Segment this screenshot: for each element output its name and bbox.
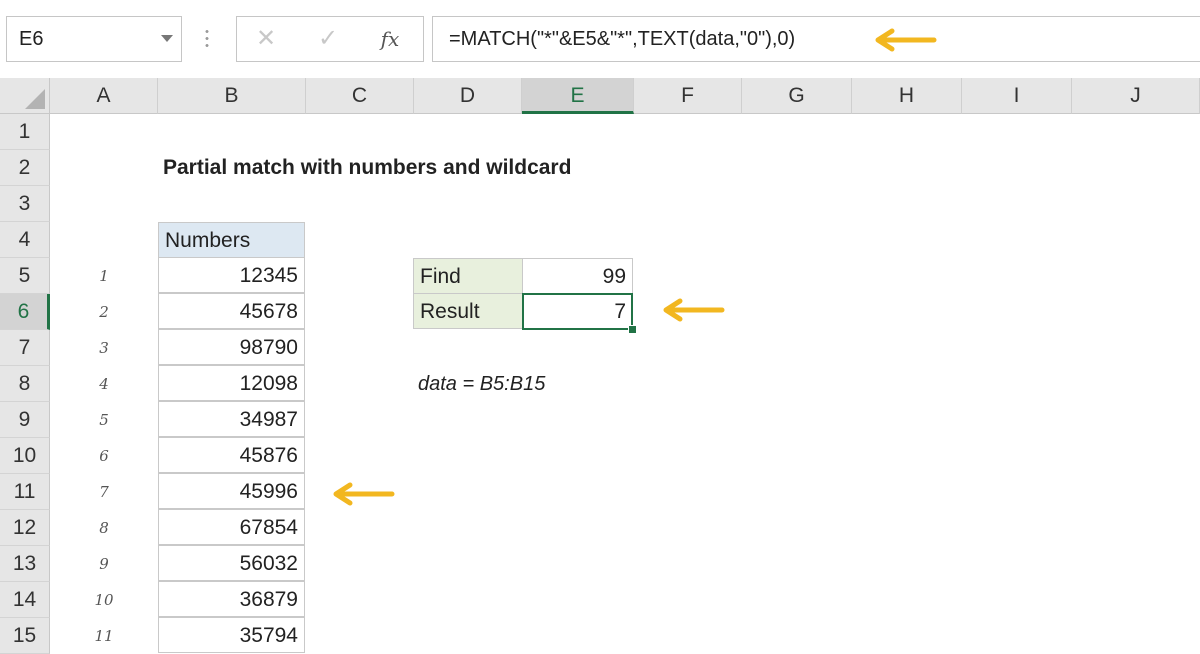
row-header-8[interactable]: 8	[0, 366, 50, 402]
find-value[interactable]: 99	[522, 258, 633, 294]
row-header-2[interactable]: 2	[0, 150, 50, 186]
formula-bar: E6 ✕ ✓ fx =MATCH("*"&E5&"*",TEXT(data,"0…	[0, 0, 1200, 78]
number-cell[interactable]: 45996	[158, 473, 305, 509]
result-value[interactable]: 7	[522, 293, 633, 329]
number-cell[interactable]: 98790	[158, 329, 305, 365]
index-label[interactable]: 3	[50, 330, 158, 366]
function-icon[interactable]: fx	[375, 25, 405, 55]
number-cell[interactable]: 34987	[158, 401, 305, 437]
find-label[interactable]: Find	[413, 258, 523, 294]
row-header-10[interactable]: 10	[0, 438, 50, 474]
number-cell[interactable]: 12345	[158, 257, 305, 293]
name-box[interactable]: E6	[6, 16, 182, 62]
number-cell[interactable]: 12098	[158, 365, 305, 401]
index-label[interactable]: 10	[50, 582, 158, 618]
name-box-value: E6	[19, 28, 44, 50]
column-header-d[interactable]: D	[414, 78, 522, 114]
column-header-c[interactable]: C	[306, 78, 414, 114]
column-header-f[interactable]: F	[634, 78, 742, 114]
number-cell[interactable]: 45876	[158, 437, 305, 473]
row-header-14[interactable]: 14	[0, 582, 50, 618]
result-label[interactable]: Result	[413, 293, 523, 329]
column-header-j[interactable]: J	[1072, 78, 1200, 114]
index-label[interactable]: 7	[50, 474, 158, 510]
select-all-button[interactable]	[0, 78, 50, 114]
row-header-11[interactable]: 11	[0, 474, 50, 510]
numbers-header[interactable]: Numbers	[158, 222, 305, 258]
row-header-5[interactable]: 5	[0, 258, 50, 294]
row-header-13[interactable]: 13	[0, 546, 50, 582]
row-header-6[interactable]: 6	[0, 294, 50, 330]
column-header-i[interactable]: I	[962, 78, 1072, 114]
column-header-h[interactable]: H	[852, 78, 962, 114]
row-header-12[interactable]: 12	[0, 510, 50, 546]
number-cell[interactable]: 67854	[158, 509, 305, 545]
formula-text: =MATCH("*"&E5&"*",TEXT(data,"0"),0)	[449, 28, 796, 50]
row-header-1[interactable]: 1	[0, 114, 50, 150]
index-label[interactable]: 9	[50, 546, 158, 582]
row-header-3[interactable]: 3	[0, 186, 50, 222]
row-header-15[interactable]: 15	[0, 618, 50, 654]
check-icon[interactable]: ✓	[313, 25, 343, 55]
select-all-icon	[25, 89, 45, 109]
number-cell[interactable]: 36879	[158, 581, 305, 617]
named-range-note[interactable]: data = B5:B15	[418, 366, 545, 402]
arrow-left-icon	[663, 298, 725, 322]
column-header-b[interactable]: B	[158, 78, 306, 114]
index-label[interactable]: 1	[50, 258, 158, 294]
formula-bar-buttons: ✕ ✓ fx	[236, 16, 424, 62]
number-cell[interactable]: 56032	[158, 545, 305, 581]
index-label[interactable]: 4	[50, 366, 158, 402]
row-header-4[interactable]: 4	[0, 222, 50, 258]
formula-bar-grip[interactable]	[205, 28, 209, 50]
spreadsheet-grid: ABCDEFGHIJ 1 2 3 4 5 6 7 8 9 10 11 12 13 14 15 Partial…	[0, 78, 1200, 654]
column-header-e[interactable]: E	[522, 78, 634, 114]
sheet-title[interactable]: Partial match with numbers and wildcard	[163, 150, 571, 186]
arrow-left-icon	[875, 28, 937, 52]
formula-input[interactable]: =MATCH("*"&E5&"*",TEXT(data,"0"),0)	[432, 16, 1200, 62]
number-cell[interactable]: 45678	[158, 293, 305, 329]
index-label[interactable]: 5	[50, 402, 158, 438]
chevron-down-icon[interactable]	[161, 35, 173, 42]
row-header-7[interactable]: 7	[0, 330, 50, 366]
index-label[interactable]: 8	[50, 510, 158, 546]
index-label[interactable]: 11	[50, 618, 158, 654]
number-cell[interactable]: 35794	[158, 617, 305, 653]
arrow-left-icon	[333, 482, 395, 506]
column-header-g[interactable]: G	[742, 78, 852, 114]
index-label[interactable]: 6	[50, 438, 158, 474]
index-label[interactable]: 2	[50, 294, 158, 330]
close-icon[interactable]: ✕	[251, 25, 281, 55]
row-header-9[interactable]: 9	[0, 402, 50, 438]
fill-handle[interactable]	[628, 325, 637, 334]
column-header-a[interactable]: A	[50, 78, 158, 114]
